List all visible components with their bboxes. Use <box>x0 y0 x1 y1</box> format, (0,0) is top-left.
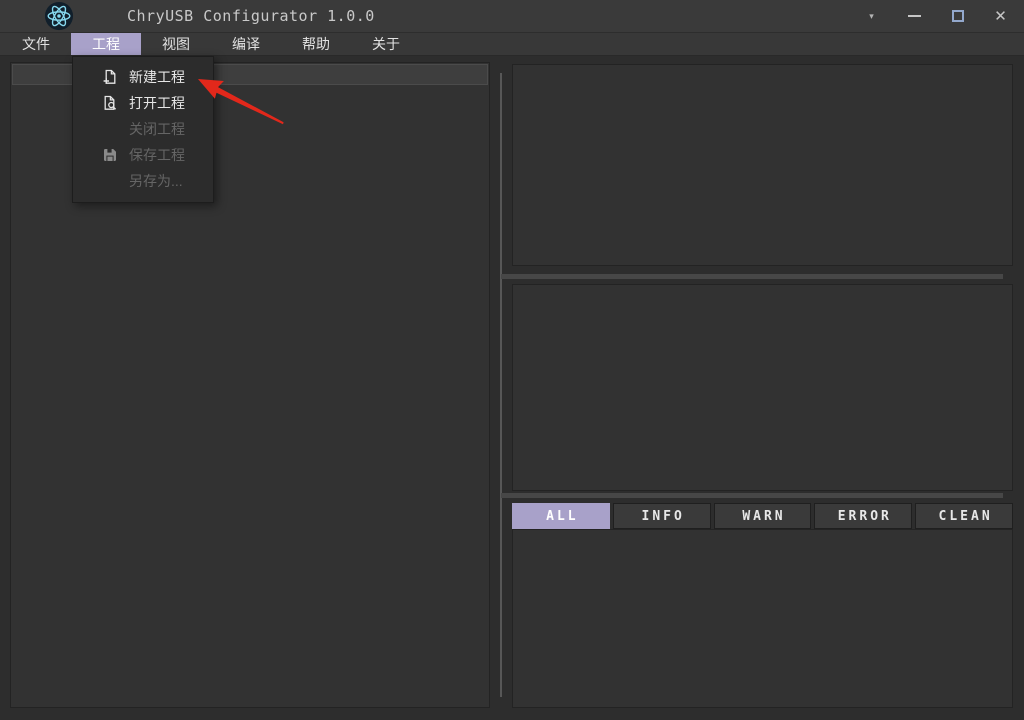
project-dropdown-menu: 新建工程 打开工程 关闭工程 保存工程 另存为... <box>72 56 214 203</box>
log-output-panel <box>512 529 1013 708</box>
chevron-down-icon: ▾ <box>869 11 874 22</box>
close-button[interactable]: ✕ <box>979 0 1022 32</box>
menu-view[interactable]: 视图 <box>141 33 211 55</box>
window-menu-button[interactable]: ▾ <box>850 0 893 32</box>
minimize-icon <box>908 15 921 17</box>
menu-item-save-project: 保存工程 <box>73 142 213 168</box>
tab-info[interactable]: INFO <box>613 503 711 529</box>
floppy-disk-icon <box>102 147 118 163</box>
menu-item-save-as: 另存为... <box>73 168 213 194</box>
menu-item-label: 打开工程 <box>129 93 185 113</box>
menu-about[interactable]: 关于 <box>351 33 421 55</box>
menu-item-label: 新建工程 <box>129 67 185 87</box>
menu-item-new-project[interactable]: 新建工程 <box>73 64 213 90</box>
menu-help[interactable]: 帮助 <box>281 33 351 55</box>
menu-item-label: 保存工程 <box>129 145 185 165</box>
maximize-button[interactable] <box>936 0 979 32</box>
menu-bar: 文件 工程 视图 编译 帮助 关于 <box>0 32 1024 56</box>
title-bar: ChryUSB Configurator 1.0.0 ▾ ✕ <box>0 0 1024 32</box>
detail-panel-middle <box>512 284 1013 491</box>
file-search-icon <box>102 95 118 111</box>
tab-clean[interactable]: CLEAN <box>915 503 1013 529</box>
window-title: ChryUSB Configurator 1.0.0 <box>127 0 375 32</box>
horizontal-splitter-2[interactable] <box>501 493 1003 498</box>
empty-icon-slot <box>102 121 118 137</box>
menu-project[interactable]: 工程 <box>71 33 141 55</box>
maximize-icon <box>952 10 964 22</box>
close-icon: ✕ <box>994 7 1007 25</box>
horizontal-splitter-1[interactable] <box>501 274 1003 279</box>
detail-panel-top <box>512 64 1013 266</box>
tab-warn[interactable]: WARN <box>714 503 812 529</box>
empty-icon-slot <box>102 173 118 189</box>
menu-item-label: 关闭工程 <box>129 119 185 139</box>
tab-error[interactable]: ERROR <box>814 503 912 529</box>
menu-item-open-project[interactable]: 打开工程 <box>73 90 213 116</box>
window-controls: ▾ ✕ <box>850 0 1022 32</box>
menu-item-close-project: 关闭工程 <box>73 116 213 142</box>
app-logo-icon <box>44 1 74 31</box>
minimize-button[interactable] <box>893 0 936 32</box>
tab-all[interactable]: ALL <box>512 503 610 529</box>
vertical-splitter[interactable] <box>500 73 502 697</box>
app-window: { "window": { "title": "ChryUSB Configur… <box>0 0 1024 720</box>
menu-compile[interactable]: 编译 <box>211 33 281 55</box>
file-plus-icon <box>102 69 118 85</box>
menu-item-label: 另存为... <box>129 171 183 191</box>
menu-file[interactable]: 文件 <box>1 33 71 55</box>
log-filter-tabs: ALL INFO WARN ERROR CLEAN <box>512 503 1013 529</box>
